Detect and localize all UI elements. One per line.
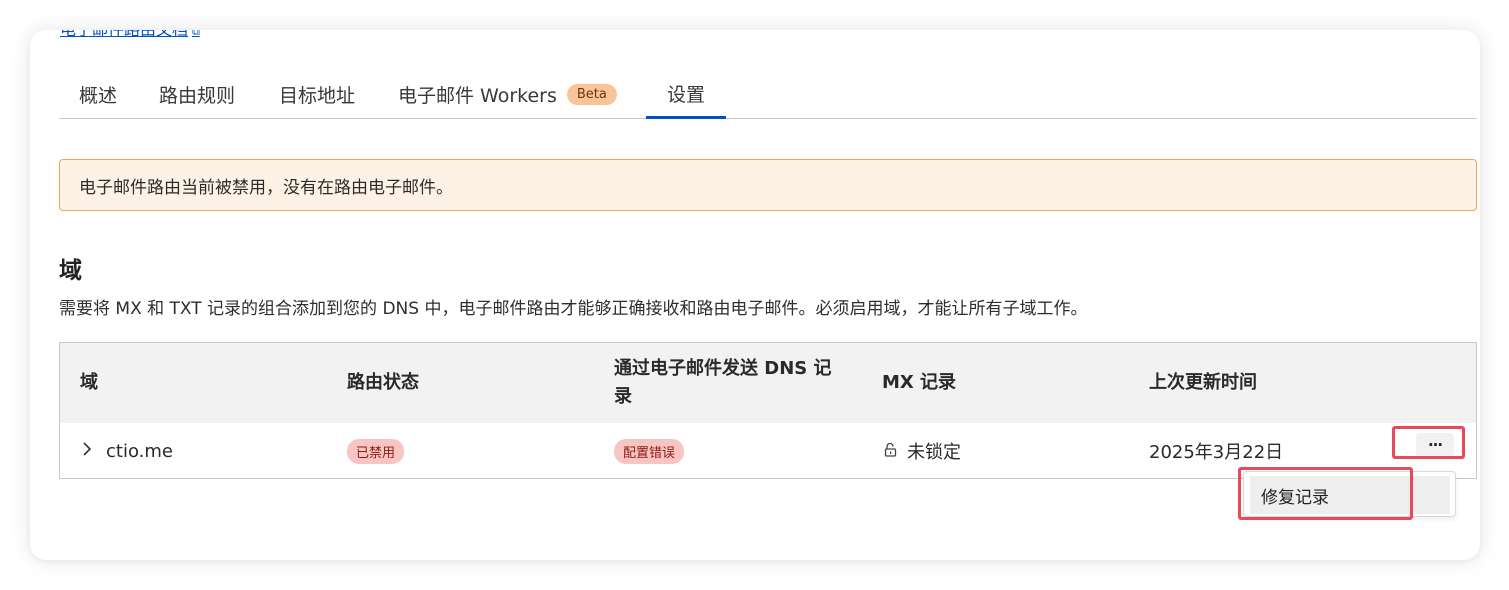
external-link-icon: ⧉ [192,30,200,38]
tab-email-workers[interactable]: 电子邮件 Workers Beta [398,70,617,118]
tab-label: 目标地址 [279,84,356,107]
tab-bar: 概述 路由规则 目标地址 电子邮件 Workers Beta 设置 [59,70,1477,119]
table-header: 域 路由状态 通过电子邮件发送 DNS 记录 MX 记录 上次更新时间 [60,343,1476,423]
tab-label: 概述 [79,84,118,107]
beta-badge: Beta [566,83,617,105]
domain-cell[interactable]: ctio.me [82,423,173,479]
routing-status-cell: 已禁用 [347,423,405,479]
unlock-icon [884,441,898,462]
dns-records-cell: 配置错误 [614,423,685,479]
column-header-dns-records: 通过电子邮件发送 DNS 记录 [614,358,832,407]
routing-disabled-alert: 电子邮件路由当前被禁用，没有在路由电子邮件。 [59,159,1477,211]
column-header-domain: 域 [80,372,98,393]
domain-name: ctio.me [106,440,173,462]
column-header-mx-records: MX 记录 [882,372,957,393]
tab-overview[interactable]: 概述 [79,70,117,118]
section-title: 域 [59,258,82,284]
status-badge: 已禁用 [347,438,405,464]
tab-routing-rules[interactable]: 路由规则 [159,70,235,118]
column-header-routing-status: 路由状态 [347,372,419,393]
highlight-box [1392,426,1465,459]
domains-table: 域 路由状态 通过电子邮件发送 DNS 记录 MX 记录 上次更新时间 ctio… [59,342,1477,479]
docs-link-label: 电子邮件路由文档 [60,30,188,39]
section-description: 需要将 MX 和 TXT 记录的组合添加到您的 DNS 中，电子邮件路由才能够正… [59,299,1088,319]
tab-label: 电子邮件 Workers [398,84,557,107]
last-updated-date: 2025年3月22日 [1149,442,1284,463]
chevron-right-icon[interactable] [82,441,92,461]
column-header-last-updated: 上次更新时间 [1149,372,1257,393]
alert-text: 电子邮件路由当前被禁用，没有在路由电子邮件。 [79,177,453,198]
tab-destination-addresses[interactable]: 目标地址 [279,70,355,118]
docs-link[interactable]: 电子邮件路由文档 ⧉ [60,30,200,40]
tab-label: 路由规则 [159,84,236,107]
highlight-box [1238,467,1413,520]
mx-records-cell: 未锁定 [884,423,961,479]
email-routing-card: 电子邮件路由文档 ⧉ 概述 路由规则 目标地址 电子邮件 Workers Beta… [30,30,1480,560]
status-badge: 配置错误 [614,438,685,464]
tab-settings[interactable]: 设置 [646,70,726,119]
tab-label: 设置 [666,83,705,106]
mx-lock-status: 未锁定 [907,442,961,463]
